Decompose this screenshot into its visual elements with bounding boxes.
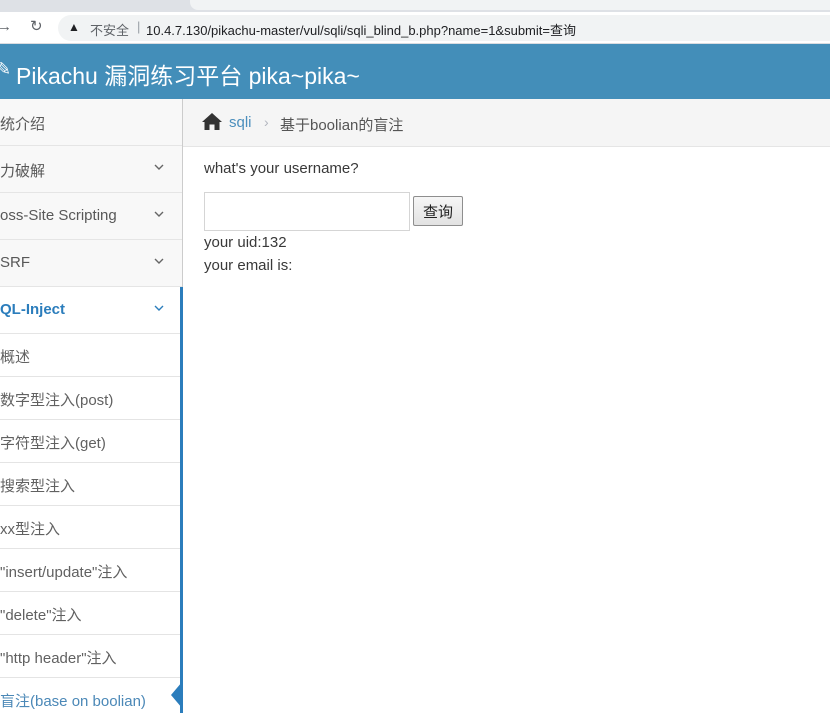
leaf-icon: ✎ (0, 59, 12, 79)
username-input[interactable] (204, 192, 410, 231)
home-icon (202, 113, 222, 130)
sidebar-item-sql-inject[interactable]: QL-Inject (0, 287, 182, 334)
sidebar-item-csrf[interactable]: SRF (0, 240, 182, 287)
submenu-item-http-header[interactable]: "http header"注入 (0, 635, 180, 678)
sidebar-item-label: 统介绍 (0, 116, 46, 133)
submenu-item-label: "http header"注入 (0, 650, 117, 667)
current-item-arrow (171, 682, 182, 708)
submenu-item-xx[interactable]: xx型注入 (0, 506, 180, 549)
chevron-down-icon (154, 258, 164, 264)
sidebar-item-intro[interactable]: 统介绍 (0, 99, 182, 146)
sidebar-item-brute-force[interactable]: 力破解 (0, 146, 182, 193)
submenu-item-label: "insert/update"注入 (0, 564, 128, 581)
breadcrumb-current: 基于boolian的盲注 (280, 117, 404, 134)
browser-tab[interactable] (190, 0, 830, 10)
sidebar: 统介绍 力破解 oss-Site Scripting SRF QL-Inject… (0, 99, 183, 713)
breadcrumb-link-sqli[interactable]: sqli (229, 114, 252, 131)
sidebar-item-label: oss-Site Scripting (0, 207, 117, 224)
chevron-down-icon (154, 305, 164, 311)
insecure-label[interactable]: 不安全 (90, 20, 129, 39)
sidebar-item-label: 力破解 (0, 163, 46, 180)
submenu-item-blind-boolean[interactable]: 盲注(base on boolian) (0, 678, 180, 713)
submenu-item-overview[interactable]: 概述 (0, 334, 180, 377)
submenu-item-delete[interactable]: "delete"注入 (0, 592, 180, 635)
query-button[interactable]: 查询 (413, 196, 463, 226)
chevron-down-icon (154, 211, 164, 217)
submenu-item-label: 数字型注入(post) (0, 392, 114, 409)
address-bar[interactable]: ▲ 不安全 | 10.4.7.130/pikachu-master/vul/sq… (58, 15, 830, 41)
brand-title[interactable]: Pikachu 漏洞练习平台 pika~pika~ (16, 57, 360, 91)
browser-toolbar: → ↻ ▲ 不安全 | 10.4.7.130/pikachu-master/vu… (0, 12, 830, 44)
url-text[interactable]: 10.4.7.130/pikachu-master/vul/sqli/sqli_… (146, 20, 576, 39)
submenu-item-string-get[interactable]: 字符型注入(get) (0, 420, 180, 463)
url-separator: | (137, 19, 141, 34)
uid-result: your uid:132 (204, 234, 287, 251)
submenu-item-label: 概述 (0, 349, 31, 366)
username-question: what's your username? (204, 160, 359, 177)
sidebar-item-xss[interactable]: oss-Site Scripting (0, 193, 182, 240)
submenu-item-label: "delete"注入 (0, 607, 82, 624)
top-navbar: ✎ Pikachu 漏洞练习平台 pika~pika~ (0, 44, 830, 99)
forward-icon[interactable]: → (0, 17, 12, 37)
submenu-item-insert-update[interactable]: "insert/update"注入 (0, 549, 180, 592)
sidebar-item-label: SRF (0, 254, 30, 271)
sidebar-item-label: QL-Inject (0, 301, 66, 318)
submenu-item-search[interactable]: 搜索型注入 (0, 463, 180, 506)
main-content: what's your username? 查询 your uid:132 yo… (183, 147, 830, 713)
email-result: your email is: (204, 257, 293, 274)
submenu-item-label: 盲注(base on boolian) (0, 693, 146, 710)
warning-icon[interactable]: ▲ (68, 20, 80, 34)
submenu-item-label: xx型注入 (0, 521, 61, 538)
submenu-item-label: 搜索型注入 (0, 478, 76, 495)
breadcrumb: sqli › 基于boolian的盲注 (183, 99, 830, 147)
chevron-down-icon (154, 164, 164, 170)
reload-icon[interactable]: ↻ (30, 17, 43, 37)
submenu-item-label: 字符型注入(get) (0, 435, 106, 452)
breadcrumb-separator-icon: › (264, 114, 269, 130)
submenu-item-numeric-post[interactable]: 数字型注入(post) (0, 377, 180, 420)
browser-tab-strip (0, 0, 830, 12)
